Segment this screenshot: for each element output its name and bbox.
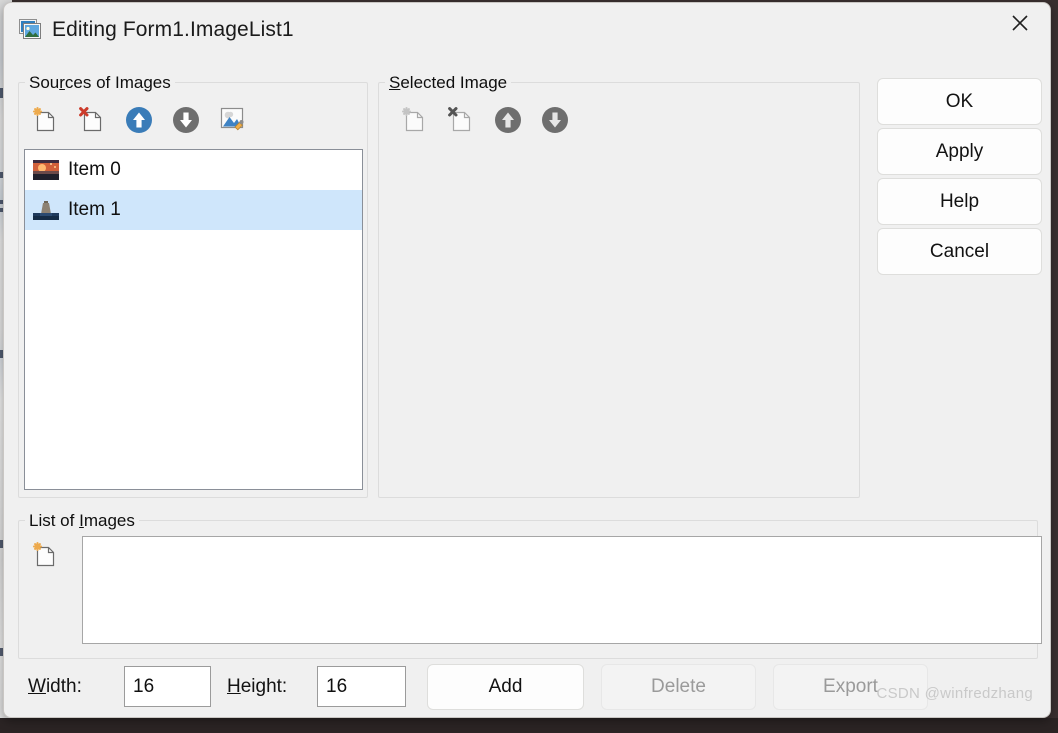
move-up-icon xyxy=(493,105,523,135)
image-list-editor-dialog: Editing Form1.ImageList1 Sources of Imag… xyxy=(3,2,1051,718)
sources-edit-image-button[interactable] xyxy=(216,103,250,137)
title-accelerator: S xyxy=(389,73,400,92)
width-input[interactable]: 16 xyxy=(124,666,211,707)
title-suffix: mages xyxy=(84,511,135,530)
width-label-rest: idth: xyxy=(46,676,82,697)
width-label: Width: xyxy=(28,676,82,698)
height-label-rest: eight: xyxy=(241,676,287,697)
title-suffix: elected Image xyxy=(400,73,507,92)
new-document-icon xyxy=(30,540,60,570)
delete-document-icon xyxy=(77,105,107,135)
window-title: Editing Form1.ImageList1 xyxy=(52,18,294,42)
apply-button[interactable]: Apply xyxy=(877,128,1042,175)
new-document-icon xyxy=(399,105,429,135)
new-document-icon xyxy=(30,105,60,135)
list-item[interactable]: Item 1 xyxy=(25,190,362,230)
group-frame xyxy=(378,82,860,498)
title-suffix: ces of Images xyxy=(65,73,171,92)
add-button[interactable]: Add xyxy=(427,664,584,710)
move-down-icon xyxy=(540,105,570,135)
sources-toolbar xyxy=(28,103,250,137)
height-label: Height: xyxy=(227,676,287,698)
title-bar: Editing Form1.ImageList1 xyxy=(4,3,1050,58)
edit-image-icon xyxy=(218,105,248,135)
sources-delete-document-button[interactable] xyxy=(75,103,109,137)
cancel-button[interactable]: Cancel xyxy=(877,228,1042,275)
lighthouse-thumbnail xyxy=(33,200,59,220)
list-item[interactable]: Item 0 xyxy=(25,150,362,190)
height-input[interactable]: 16 xyxy=(317,666,406,707)
screen: Editing Form1.ImageList1 Sources of Imag… xyxy=(0,0,1058,733)
selected-image-title: Selected Image xyxy=(385,73,511,92)
sources-listbox[interactable]: Item 0 Item 1 xyxy=(24,149,363,490)
list-item-label: Item 1 xyxy=(68,199,121,221)
sources-move-down-button[interactable] xyxy=(169,103,203,137)
sunset-thumbnail xyxy=(33,160,59,180)
list-of-images-toolbar xyxy=(28,538,62,572)
sources-of-images-title: Sources of Images xyxy=(25,73,175,92)
images-listbox[interactable] xyxy=(82,536,1042,644)
close-button[interactable] xyxy=(994,4,1046,42)
taskbar xyxy=(0,718,1058,733)
delete-button: Delete xyxy=(601,664,756,710)
list-of-images-title: List of Images xyxy=(25,511,139,530)
move-down-icon xyxy=(171,105,201,135)
list-item-label: Item 0 xyxy=(68,159,121,181)
title-prefix: Sou xyxy=(29,73,59,92)
ok-button[interactable]: OK xyxy=(877,78,1042,125)
width-label-accelerator: W xyxy=(28,676,46,697)
delete-document-icon xyxy=(446,105,476,135)
selected-image-toolbar xyxy=(397,103,572,137)
watermark: CSDN @winfredzhang xyxy=(876,685,1033,702)
selected-move-down-button xyxy=(538,103,572,137)
help-button[interactable]: Help xyxy=(877,178,1042,225)
height-label-accelerator: H xyxy=(227,676,241,697)
sources-new-document-button[interactable] xyxy=(28,103,62,137)
selected-move-up-button xyxy=(491,103,525,137)
move-up-icon xyxy=(124,105,154,135)
list-new-document-button[interactable] xyxy=(28,538,62,572)
selected-new-document-button xyxy=(397,103,431,137)
image-list-icon xyxy=(19,19,45,43)
title-prefix: List of xyxy=(29,511,79,530)
sources-move-up-button[interactable] xyxy=(122,103,156,137)
selected-delete-document-button xyxy=(444,103,478,137)
